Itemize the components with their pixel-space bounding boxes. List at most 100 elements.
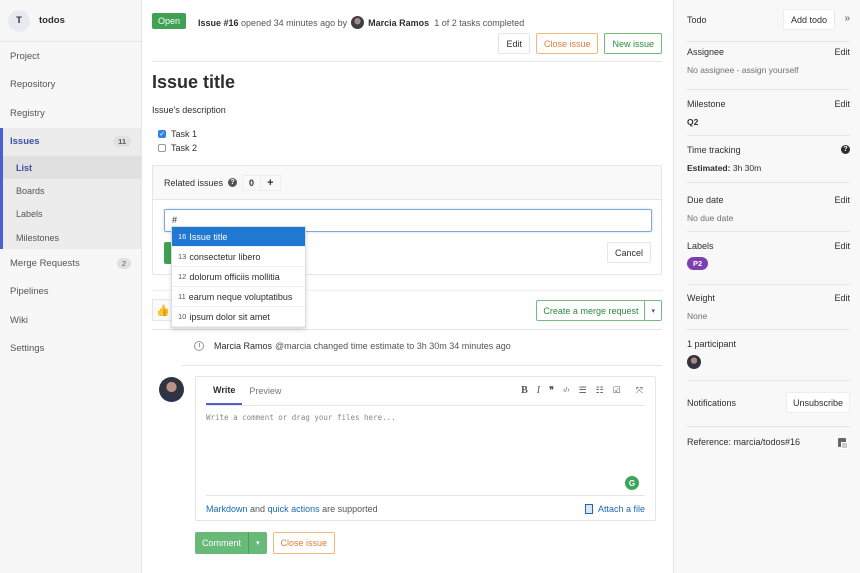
sidebar-item-pipelines[interactable]: Pipelines bbox=[0, 278, 141, 307]
participants-title: 1 participant bbox=[687, 339, 737, 349]
project-avatar: T bbox=[8, 9, 30, 32]
comment-split-button: Comment ▾ bbox=[195, 532, 267, 554]
sidebar-subitem-labels[interactable]: Labels bbox=[3, 203, 141, 226]
close-issue-button[interactable]: Close issue bbox=[272, 532, 336, 554]
suggestion-title: dolorum officiis mollitia bbox=[189, 271, 280, 282]
bold-icon[interactable]: B bbox=[521, 385, 528, 396]
labels-title: Labels bbox=[687, 241, 714, 251]
comment-textarea[interactable]: Write a comment or drag your files here.… bbox=[206, 413, 396, 422]
help-icon[interactable]: ? bbox=[228, 178, 238, 187]
unsubscribe-button[interactable]: Unsubscribe bbox=[785, 392, 850, 413]
time-tracking-title: Time tracking bbox=[687, 145, 741, 155]
author-name[interactable]: Marcia Ramos bbox=[368, 18, 429, 28]
task-checkbox-checked[interactable]: ✓ bbox=[158, 130, 166, 138]
author-avatar[interactable] bbox=[351, 16, 365, 29]
chevron-down-icon[interactable]: ▾ bbox=[248, 532, 267, 554]
sidebar-item-issues[interactable]: Issues 11 bbox=[0, 127, 141, 156]
suggestion-item[interactable]: 11 earum neque voluptatibus bbox=[172, 287, 305, 307]
markdown-link[interactable]: Markdown bbox=[206, 504, 248, 514]
chevron-down-icon[interactable]: ▾ bbox=[644, 301, 661, 320]
sidebar-subitem-list[interactable]: List bbox=[3, 156, 141, 180]
grammarly-icon[interactable]: G bbox=[625, 476, 639, 490]
sidebar-item-wiki[interactable]: Wiki bbox=[0, 306, 141, 335]
sidebar-item-label: Settings bbox=[10, 343, 45, 355]
assignee-block: Assignee Edit No assignee - assign yourse… bbox=[687, 47, 850, 90]
comment-footer: Markdown and quick actions are supported… bbox=[206, 504, 645, 514]
milestone-title: Milestone bbox=[687, 99, 726, 109]
suggestion-item[interactable]: 13 consectetur libero bbox=[172, 247, 305, 267]
comment-tabs: Write Preview bbox=[206, 377, 288, 405]
labels-edit-link[interactable]: Edit bbox=[834, 241, 850, 251]
issues-submenu: List Boards Labels Milestones bbox=[0, 156, 141, 250]
copy-icon[interactable] bbox=[838, 437, 848, 449]
add-related-button[interactable]: + bbox=[260, 175, 279, 190]
close-issue-button[interactable]: Close issue bbox=[535, 33, 599, 54]
edit-button[interactable]: Edit bbox=[498, 33, 530, 54]
new-issue-button[interactable]: New issue bbox=[604, 33, 662, 54]
italic-icon[interactable]: I bbox=[537, 385, 540, 396]
header-actions: Edit Close issue New issue bbox=[498, 33, 662, 54]
weight-edit-link[interactable]: Edit bbox=[834, 293, 850, 303]
sidebar-item-label: Registry bbox=[10, 107, 45, 119]
project-header[interactable]: T todos bbox=[0, 0, 141, 42]
suggestion-item[interactable]: 10 ipsum dolor sit amet bbox=[172, 307, 305, 327]
code-icon[interactable]: ‹/› bbox=[563, 387, 570, 394]
suggestion-item[interactable]: 16 Issue title bbox=[172, 227, 305, 247]
due-date-block: Due date Edit No due date bbox=[687, 195, 850, 232]
help-icon[interactable]: ? bbox=[841, 145, 850, 154]
add-todo-button[interactable]: Add todo bbox=[783, 9, 836, 30]
estimated-value: 3h 30m bbox=[732, 163, 762, 173]
suggestion-title: consectetur libero bbox=[189, 251, 261, 262]
milestone-block: Milestone Edit Q2 bbox=[687, 99, 850, 136]
issue-header: Open Issue #16 opened 34 minutes ago by … bbox=[152, 0, 662, 62]
task-item: Task 2 bbox=[152, 141, 662, 155]
collapse-sidebar-icon[interactable]: » bbox=[834, 13, 850, 24]
numbered-list-icon[interactable]: ☷ bbox=[596, 385, 604, 396]
label-badge[interactable]: P2 bbox=[687, 257, 709, 270]
markdown-toolbar: B I ❞ ‹/› ☰ ☷ ☑ ⤧ bbox=[521, 385, 643, 396]
related-issues-header: Related issues ? 0 + bbox=[153, 166, 661, 200]
create-merge-request-button[interactable]: Create a merge request bbox=[537, 301, 644, 320]
suggestion-number: 10 bbox=[178, 312, 187, 321]
notifications-title: Notifications bbox=[687, 398, 737, 408]
quick-actions-link[interactable]: quick actions bbox=[268, 504, 320, 514]
sidebar-item-merge-requests[interactable]: Merge Requests 2 bbox=[0, 249, 141, 278]
task-list-icon[interactable]: ☑ bbox=[613, 385, 621, 396]
suggestion-item[interactable]: 12 dolorum officiis mollitia bbox=[172, 267, 305, 287]
sidebar-item-repository[interactable]: Repository bbox=[0, 71, 141, 100]
estimated-label: Estimated: bbox=[687, 163, 731, 173]
current-user-avatar bbox=[159, 377, 184, 402]
suggestion-number: 11 bbox=[178, 292, 186, 301]
task-list: ✓ Task 1 Task 2 bbox=[152, 127, 662, 155]
tab-write[interactable]: Write bbox=[206, 377, 243, 405]
fullscreen-icon[interactable]: ⤧ bbox=[636, 385, 643, 396]
suggestion-title: Issue title bbox=[189, 231, 228, 242]
milestone-value[interactable]: Q2 bbox=[687, 117, 850, 127]
assignee-value[interactable]: No assignee - assign yourself bbox=[687, 65, 850, 75]
divider bbox=[206, 495, 645, 496]
todo-label: Todo bbox=[687, 15, 707, 25]
bullet-list-icon[interactable]: ☰ bbox=[579, 385, 587, 396]
labels-block: Labels Edit P2 bbox=[687, 241, 850, 285]
sidebar-item-project[interactable]: Project bbox=[0, 42, 141, 71]
note-author[interactable]: Marcia Ramos bbox=[214, 341, 272, 351]
sidebar-subitem-boards[interactable]: Boards bbox=[3, 179, 141, 202]
due-date-edit-link[interactable]: Edit bbox=[834, 195, 850, 205]
assignee-title: Assignee bbox=[687, 47, 725, 57]
participant-avatar[interactable] bbox=[687, 355, 701, 369]
task-checkbox[interactable] bbox=[158, 144, 166, 152]
sidebar-item-settings[interactable]: Settings bbox=[0, 335, 141, 364]
comment-button[interactable]: Comment bbox=[195, 532, 248, 554]
tab-preview[interactable]: Preview bbox=[242, 377, 288, 405]
sidebar-item-label: Wiki bbox=[10, 314, 28, 326]
sidebar-subitem-milestones[interactable]: Milestones bbox=[3, 226, 141, 249]
quote-icon[interactable]: ❞ bbox=[549, 385, 554, 396]
milestone-edit-link[interactable]: Edit bbox=[834, 99, 850, 109]
project-name[interactable]: todos bbox=[39, 15, 65, 26]
notifications-block: Notifications Unsubscribe bbox=[687, 392, 850, 427]
assignee-edit-link[interactable]: Edit bbox=[834, 47, 850, 57]
sidebar-item-registry[interactable]: Registry bbox=[0, 99, 141, 128]
attach-file-button[interactable]: Attach a file bbox=[584, 504, 645, 514]
suggestion-number: 16 bbox=[178, 232, 187, 241]
cancel-button[interactable]: Cancel bbox=[606, 242, 651, 263]
